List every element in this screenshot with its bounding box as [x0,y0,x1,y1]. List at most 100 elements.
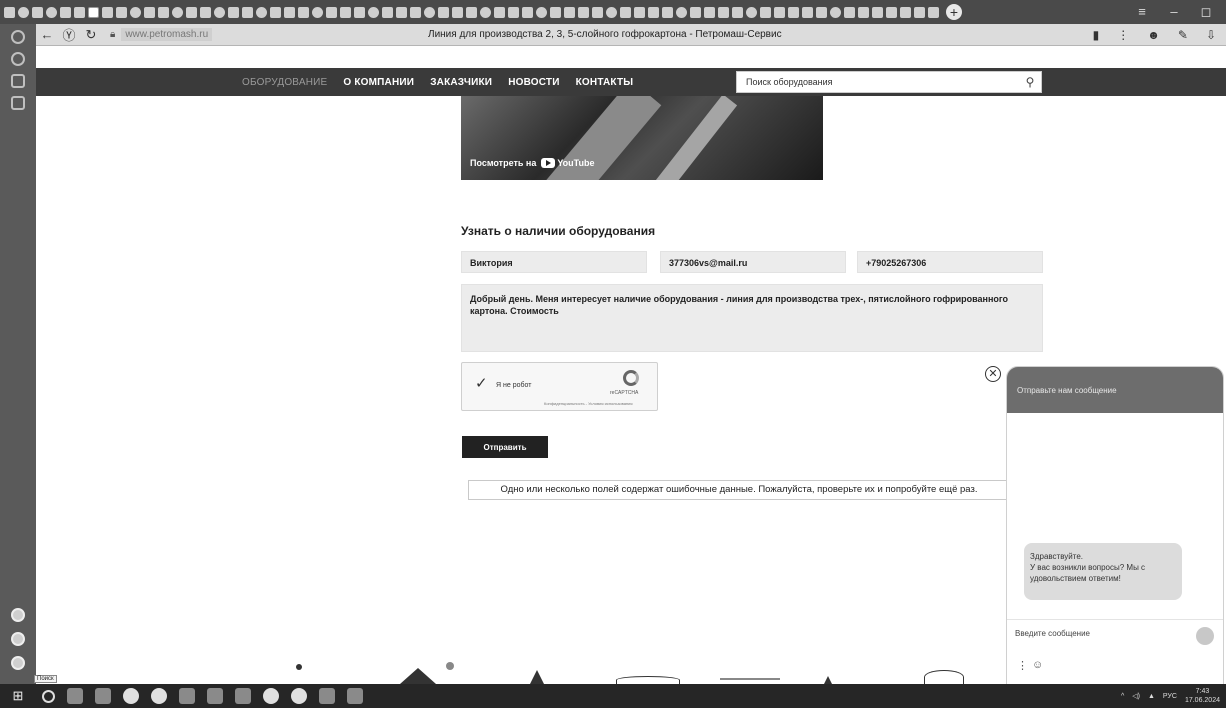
tab-favicon[interactable] [116,6,127,18]
app-icon[interactable] [95,688,111,704]
clock[interactable]: 7:43 17.06.2024 [1185,687,1220,705]
app-icon[interactable] [235,688,251,704]
yandex-icon[interactable] [263,688,279,704]
tab-favicon[interactable] [256,6,267,18]
tab-favicon[interactable] [102,6,113,18]
tab-favicon[interactable] [452,6,463,18]
search-icon[interactable] [42,689,55,703]
nav-item-equipment[interactable]: ОБОРУДОВАНИЕ [242,77,327,88]
calendar-icon[interactable] [11,74,25,88]
language-indicator[interactable]: РУС [1163,693,1177,700]
back-arrow-icon[interactable]: ← [36,27,58,42]
phone-field[interactable]: +79025267306 [857,251,1043,273]
tab-favicon[interactable] [32,6,43,18]
tab-favicon[interactable] [606,6,617,18]
nav-item-company[interactable]: О КОМПАНИИ [343,77,414,88]
tab-favicon[interactable] [704,6,715,18]
maximize-icon[interactable]: ◻ [1198,4,1214,20]
more-options-icon[interactable]: ⋮ [1017,659,1028,672]
bookmark-icon[interactable]: ▮ [1093,28,1100,42]
tab-favicon[interactable] [242,6,253,18]
yandex-browser-icon[interactable] [123,688,139,704]
tab-favicon[interactable] [886,6,897,18]
add-circle-icon[interactable] [11,52,25,66]
network-icon[interactable]: ▲ [1148,693,1155,700]
app-icon[interactable] [319,688,335,704]
tab-favicon[interactable] [634,6,645,18]
tab-favicon[interactable] [718,6,729,18]
tab-favicon[interactable] [354,6,365,18]
tab-favicon[interactable] [60,6,71,18]
tab-favicon[interactable] [438,6,449,18]
tab-favicon[interactable] [480,6,491,18]
app-icon[interactable] [151,688,167,704]
tab-favicon[interactable] [4,6,15,18]
tab-favicon[interactable] [872,6,883,18]
tab-favicon[interactable] [550,6,561,18]
tab-favicon[interactable] [298,6,309,18]
tab-favicon[interactable] [74,6,85,18]
tab-favicon[interactable] [522,6,533,18]
menu-icon[interactable]: ≡ [1134,4,1150,20]
name-field[interactable]: Виктория [461,251,647,273]
tab-favicon[interactable] [382,6,393,18]
tab-favicon[interactable] [732,6,743,18]
message-textarea[interactable]: Добрый день. Меня интересует наличие обо… [461,284,1043,352]
nav-item-contacts[interactable]: КОНТАКТЫ [576,77,634,88]
chat-close-icon[interactable]: ✕ [985,366,1001,382]
alice-icon[interactable] [11,608,25,622]
search-input[interactable] [746,77,1019,87]
tab-favicon[interactable] [578,6,589,18]
tab-favicon[interactable] [130,6,141,18]
tab-favicon[interactable] [648,6,659,18]
tab-favicon[interactable] [200,6,211,18]
tab-favicon[interactable] [312,6,323,18]
mail-icon[interactable] [11,96,25,110]
app-icon[interactable] [207,688,223,704]
tab-favicon[interactable] [788,6,799,18]
tab-favicon[interactable] [746,6,757,18]
notification-icon[interactable] [11,656,25,670]
volume-icon[interactable]: ◁) [1132,692,1140,700]
tab-favicon[interactable] [816,6,827,18]
tab-favicon[interactable] [396,6,407,18]
download-icon[interactable]: ⇩ [1206,28,1216,42]
tab-favicon[interactable] [760,6,771,18]
messenger-icon[interactable] [11,632,25,646]
tab-favicon-active[interactable] [88,6,99,18]
extension-icon[interactable]: ✎ [1178,28,1188,42]
tab-favicon[interactable] [284,6,295,18]
submit-button[interactable]: Отправить [462,436,548,458]
tab-favicon[interactable] [620,6,631,18]
tab-favicon[interactable] [340,6,351,18]
tab-favicon[interactable] [536,6,547,18]
tab-favicon[interactable] [172,6,183,18]
tab-favicon[interactable] [830,6,841,18]
taskview-icon[interactable] [67,688,83,704]
tab-favicon[interactable] [676,6,687,18]
app-icon[interactable] [347,688,363,704]
profile-icon[interactable]: ☻ [1147,28,1160,42]
tab-favicon[interactable] [186,6,197,18]
captcha-links[interactable]: Конфиденциальность - Условия использован… [544,401,633,406]
file-explorer-icon[interactable] [179,688,195,704]
tray-chevron-icon[interactable]: ^ [1121,693,1124,700]
tab-favicon[interactable] [424,6,435,18]
more-vert-icon[interactable]: ⋮ [1117,28,1129,42]
chat-message-input[interactable] [1015,629,1191,638]
emoji-icon[interactable]: ☺ [1032,659,1043,672]
tab-favicon[interactable] [690,6,701,18]
tab-favicon[interactable] [144,6,155,18]
history-icon[interactable] [11,30,25,44]
minimize-icon[interactable]: – [1166,4,1182,20]
watch-on-youtube[interactable]: Посмотреть на YouTube [470,158,595,168]
tab-favicon[interactable] [592,6,603,18]
search-icon[interactable]: ⚲ [1019,75,1041,89]
tab-favicon[interactable] [270,6,281,18]
tab-favicon[interactable] [900,6,911,18]
chat-send-button[interactable] [1196,627,1214,645]
tab-favicon[interactable] [802,6,813,18]
tab-favicon[interactable] [508,6,519,18]
tab-favicon[interactable] [326,6,337,18]
tab-favicon[interactable] [214,6,225,18]
